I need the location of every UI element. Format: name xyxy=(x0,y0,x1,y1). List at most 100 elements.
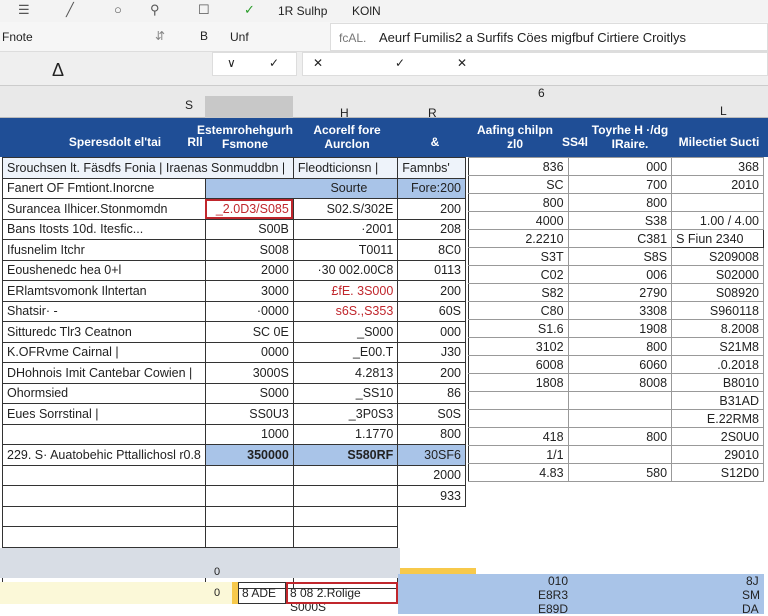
cell[interactable]: C02 xyxy=(468,265,569,284)
cell[interactable]: _SS10 xyxy=(292,382,399,404)
cell[interactable]: 4.83 xyxy=(468,463,569,482)
column-header[interactable]: S xyxy=(185,98,193,112)
cell[interactable]: 800 xyxy=(397,423,466,445)
bold-button[interactable]: B xyxy=(200,29,208,43)
cell[interactable]: s6S.,S353 xyxy=(292,300,399,322)
bottom-cell[interactable]: 8 ADE xyxy=(238,582,286,604)
name-box-marker[interactable]: Δ xyxy=(52,60,64,81)
toolbar-label-2[interactable]: KOlN xyxy=(352,4,381,18)
confirm-icon[interactable]: ✓ xyxy=(395,56,405,70)
cell[interactable]: ·2001 xyxy=(292,218,399,240)
cell[interactable]: Ohormsied xyxy=(2,382,206,404)
cell[interactable]: 8J xyxy=(746,574,759,588)
cell[interactable]: 3102 xyxy=(468,337,569,356)
cell[interactable]: 2790 xyxy=(568,283,673,302)
cell[interactable]: Fleodticionsn | xyxy=(292,157,399,179)
cell[interactable]: 3000S xyxy=(204,362,294,384)
dropdown-icon[interactable]: ⇵ xyxy=(155,29,165,43)
cell[interactable]: S1.6 xyxy=(468,319,569,338)
cell[interactable]: Fore:200 xyxy=(397,177,466,199)
cell[interactable]: T0011 xyxy=(292,239,399,261)
cell[interactable]: 200 xyxy=(397,362,466,384)
cell[interactable]: Sourte xyxy=(204,177,399,199)
cell[interactable]: S00B xyxy=(204,218,294,240)
cell[interactable]: 6060 xyxy=(568,355,673,374)
cell[interactable]: 4.2813 xyxy=(292,362,399,384)
cell[interactable]: £fE. 3S000 xyxy=(292,280,399,302)
cell[interactable]: S580RF xyxy=(292,444,399,466)
cell[interactable] xyxy=(2,423,206,445)
cell[interactable]: SC xyxy=(468,175,569,194)
cell[interactable] xyxy=(671,193,764,212)
cell[interactable]: SS0U3 xyxy=(204,403,294,425)
cell[interactable]: ERlamtsvomonk Ilntertan xyxy=(2,280,206,302)
cell[interactable]: 0000 xyxy=(204,341,294,363)
cell[interactable]: S38 xyxy=(568,211,673,230)
cell[interactable]: 800 xyxy=(568,337,673,356)
cell[interactable]: S12D0 xyxy=(671,463,764,482)
cell[interactable]: S008 xyxy=(204,239,294,261)
cell[interactable]: SC 0E xyxy=(204,321,294,343)
cell[interactable]: 800 xyxy=(468,193,569,212)
cell[interactable]: _S000 xyxy=(292,321,399,343)
cell[interactable]: S960118 xyxy=(671,301,764,320)
square-icon[interactable]: ☐ xyxy=(198,2,210,18)
cell[interactable]: 200 xyxy=(397,198,466,220)
cell[interactable]: 3000 xyxy=(204,280,294,302)
cell[interactable]: Srouchsen lt. Fäsdfs Fonia | Iraenas Son… xyxy=(2,157,294,179)
cell[interactable]: Eoushenedc hea 0+l xyxy=(2,259,206,281)
font-name-select[interactable]: Fnote xyxy=(2,30,33,44)
formula-input[interactable]: ✕ ✓ ✕ xyxy=(302,52,768,76)
cell[interactable]: 2000 xyxy=(204,259,294,281)
cell[interactable]: 6008 xyxy=(468,355,569,374)
circle-icon[interactable]: ○ xyxy=(114,2,122,17)
cell[interactable]: S8S xyxy=(568,247,673,266)
cell[interactable]: 800 xyxy=(568,427,673,446)
cell[interactable]: 208 xyxy=(397,218,466,240)
cell[interactable]: 0113 xyxy=(397,259,466,281)
cell[interactable]: Sitturedc Tlr3 Ceatnon xyxy=(2,321,206,343)
cell[interactable]: ·30 002.00C8 xyxy=(292,259,399,281)
cell[interactable] xyxy=(468,409,569,428)
cell[interactable]: K.OFRvme Cairnal | xyxy=(2,341,206,363)
check-icon[interactable]: ✓ xyxy=(269,56,279,70)
cell[interactable]: _2.0D3/S085 xyxy=(204,198,294,220)
cell[interactable]: J30 xyxy=(397,341,466,363)
cell[interactable]: 2010 xyxy=(671,175,764,194)
cell[interactable]: 010 xyxy=(548,574,568,588)
column-header[interactable]: L xyxy=(720,104,727,118)
selected-column[interactable] xyxy=(205,96,293,118)
menu-icon[interactable]: ☰ xyxy=(18,2,30,18)
cell[interactable]: .0.2018 xyxy=(671,355,764,374)
cell[interactable]: 1808 xyxy=(468,373,569,392)
cancel-icon-2[interactable]: ✕ xyxy=(457,56,467,70)
cell[interactable]: 2000 xyxy=(397,464,466,486)
cell[interactable]: _E00.T xyxy=(292,341,399,363)
column-header[interactable]: 6 xyxy=(538,86,545,100)
cell[interactable] xyxy=(568,391,673,410)
style-select[interactable]: Unf xyxy=(230,30,249,44)
cell[interactable]: 836 xyxy=(468,157,569,176)
cell[interactable]: E.22RM8 xyxy=(671,409,764,428)
cell[interactable] xyxy=(568,445,673,464)
cell[interactable]: 000 xyxy=(568,157,673,176)
toolbar-label[interactable]: 1R Sulhp xyxy=(278,4,327,18)
cell[interactable]: 29010 xyxy=(671,445,764,464)
cell[interactable]: S209008 xyxy=(671,247,764,266)
cell[interactable]: 1/1 xyxy=(468,445,569,464)
cell[interactable]: Bans Itosts 10d. Itesfic... xyxy=(2,218,206,240)
cell[interactable]: 1.1770 xyxy=(292,423,399,445)
cell[interactable]: C80 xyxy=(468,301,569,320)
cell[interactable]: 368 xyxy=(671,157,764,176)
cell[interactable]: E8R3 xyxy=(538,588,568,602)
cell[interactable]: 580 xyxy=(568,463,673,482)
cell[interactable]: B8010 xyxy=(671,373,764,392)
cell[interactable]: 8C0 xyxy=(397,239,466,261)
cell[interactable]: S82 xyxy=(468,283,569,302)
check-icon[interactable]: ✓ xyxy=(244,2,255,18)
cell[interactable]: S02000 xyxy=(671,265,764,284)
cell[interactable] xyxy=(468,391,569,410)
cell[interactable]: 418 xyxy=(468,427,569,446)
cell[interactable]: S000 xyxy=(204,382,294,404)
cell[interactable]: 200 xyxy=(397,280,466,302)
